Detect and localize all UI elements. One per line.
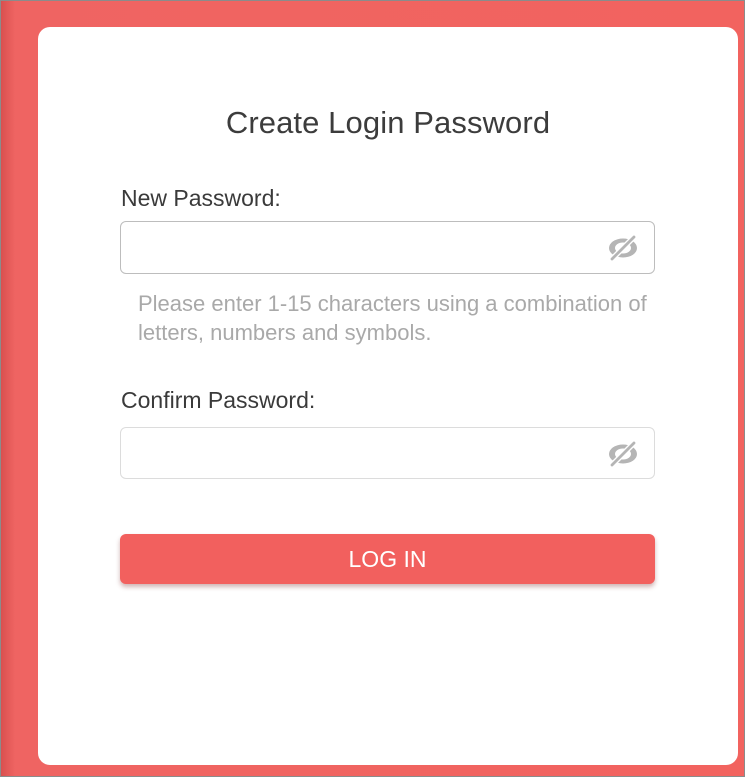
eye-slash-icon: [609, 440, 637, 468]
password-hint: Please enter 1-15 characters using a com…: [138, 291, 647, 345]
confirm-password-label: Confirm Password:: [121, 387, 316, 413]
confirm-password-field-wrapper: [120, 427, 655, 479]
dialog-title: Create Login Password: [225, 105, 551, 140]
password-dialog: Create Login Password New Password: Plea…: [38, 27, 738, 765]
eye-slash-icon: [609, 234, 637, 262]
new-password-field-wrapper: [120, 221, 655, 274]
new-password-label: New Password:: [121, 185, 281, 211]
login-button[interactable]: LOG IN: [120, 534, 655, 584]
confirm-password-eye-slash-icon[interactable]: [604, 440, 642, 468]
confirm-password-input[interactable]: [121, 428, 591, 478]
new-password-eye-slash-icon[interactable]: [604, 234, 642, 262]
new-password-input[interactable]: [121, 222, 591, 273]
page-background: Create Login Password New Password: Plea…: [0, 0, 745, 777]
